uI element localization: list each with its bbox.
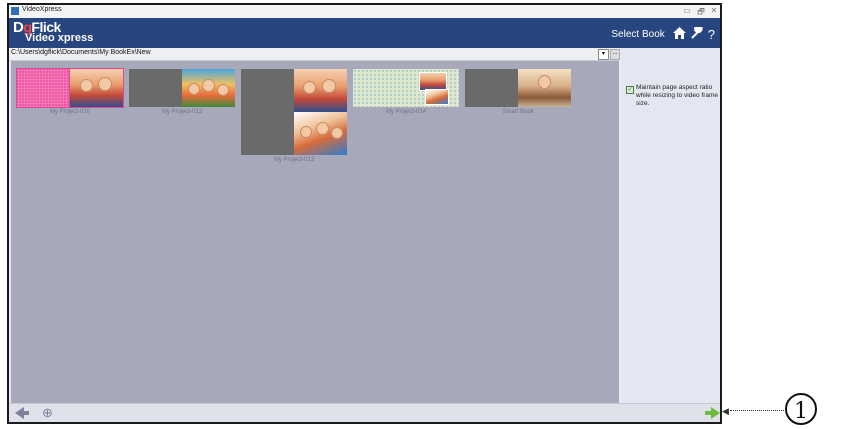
current-path: C:\Users\dgflick\Documents\My BookEx\New xyxy=(11,49,151,56)
blank-page-thumbnail xyxy=(129,69,182,107)
project-label: My Project-013 xyxy=(273,157,315,163)
callout-leader-line xyxy=(730,410,784,411)
title-bar: VideoXpress ▭ 🗗 ✕ xyxy=(9,5,720,19)
next-arrow-icon[interactable] xyxy=(711,407,720,419)
project-card[interactable]: My Project-014 xyxy=(353,69,459,117)
bottom-toolbar: ⊕ xyxy=(9,403,720,422)
project-card[interactable]: My Project-013 xyxy=(241,69,347,167)
photo-thumbnail xyxy=(69,68,124,108)
photo-thumbnail xyxy=(294,112,347,155)
project-label: My Project-014 xyxy=(385,109,427,115)
photo-thumbnail xyxy=(425,89,449,105)
help-icon[interactable]: ? xyxy=(708,28,715,41)
project-card[interactable]: My Project-010 xyxy=(16,68,124,117)
zoom-icon[interactable]: ⊕ xyxy=(42,405,53,421)
photo-thumbnail xyxy=(294,69,347,112)
callout-arrow-icon: ◀ xyxy=(722,406,729,416)
photo-thumbnail xyxy=(518,69,571,107)
maintain-aspect-checkbox[interactable]: ✓ xyxy=(626,86,634,94)
app-window: VideoXpress ▭ 🗗 ✕ DgFlick Video xpress S… xyxy=(7,3,722,424)
browse-button[interactable]: ... xyxy=(610,49,620,60)
app-icon xyxy=(11,7,19,15)
path-bar: C:\Users\dgflick\Documents\My BookEx\New… xyxy=(9,48,620,61)
callout-number: 1 xyxy=(784,392,818,426)
project-label: Smart Book xyxy=(502,109,534,115)
blank-page-thumbnail xyxy=(241,69,294,155)
window-title: VideoXpress xyxy=(22,6,62,13)
back-arrow-tail[interactable] xyxy=(23,411,29,415)
maintain-aspect-label: Maintain page aspect ratio while resizin… xyxy=(636,84,719,107)
select-book-link[interactable]: Select Book xyxy=(611,29,664,40)
minimize-button[interactable]: ▭ xyxy=(682,6,692,15)
project-grid: My Project-010 My Project-012 My Project… xyxy=(11,61,619,403)
path-dropdown-button[interactable]: ▾ xyxy=(598,49,609,60)
project-label: My Project-010 xyxy=(49,109,91,115)
project-card[interactable]: My Project-012 xyxy=(129,69,235,117)
blank-page-thumbnail xyxy=(465,69,518,107)
photo-thumbnail xyxy=(182,69,235,107)
pink-page-thumbnail xyxy=(16,68,71,108)
settings-panel: ✓ Maintain page aspect ratio while resiz… xyxy=(621,48,720,403)
close-button[interactable]: ✕ xyxy=(709,6,719,15)
wrench-icon[interactable] xyxy=(691,25,703,41)
app-header: DgFlick Video xpress Select Book ? xyxy=(9,18,720,48)
dgflick-logo: DgFlick Video xpress xyxy=(13,19,94,44)
project-card[interactable]: Smart Book xyxy=(465,69,571,117)
project-label: My Project-012 xyxy=(161,109,203,115)
home-icon[interactable] xyxy=(672,27,686,41)
